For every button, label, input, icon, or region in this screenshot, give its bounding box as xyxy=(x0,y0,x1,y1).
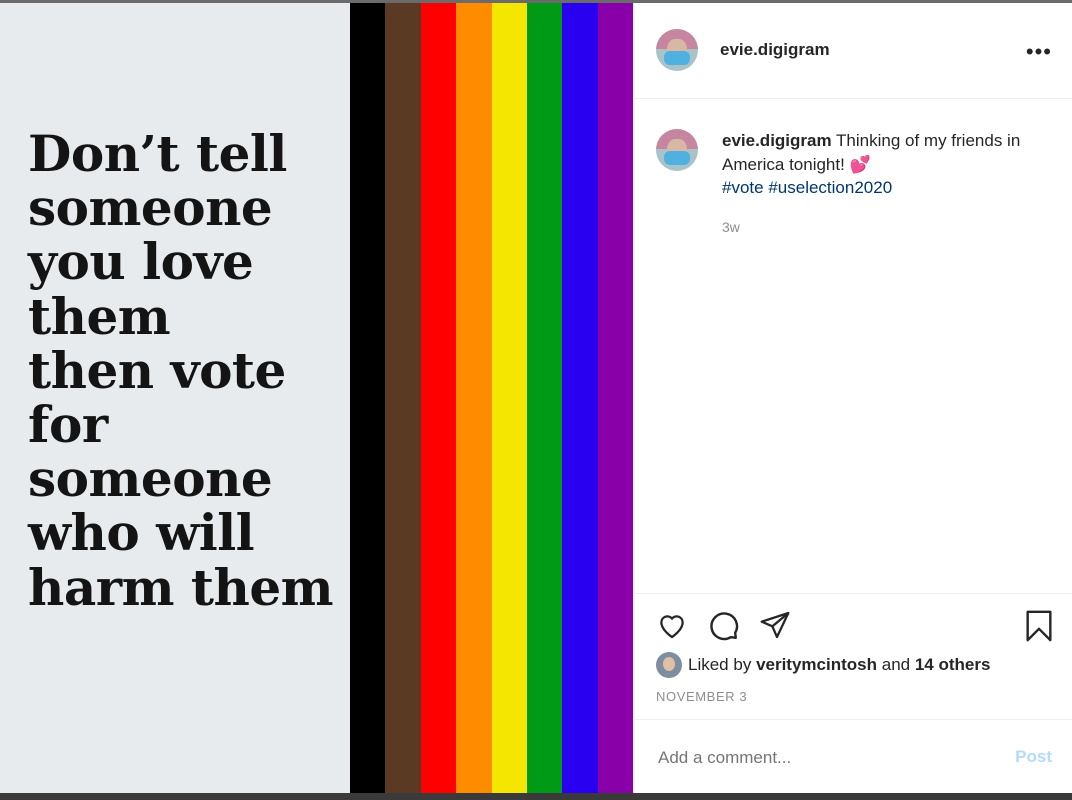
paper-plane-icon[interactable] xyxy=(758,609,792,641)
hashtag-vote[interactable]: #vote xyxy=(722,178,764,197)
post-date: NOVEMBER 3 xyxy=(656,689,748,704)
quote-panel: Don’t tell someone you love them then vo… xyxy=(0,3,350,793)
likes-summary: Liked by veritymcintosh and 14 others xyxy=(656,652,990,678)
liker-avatar[interactable] xyxy=(656,652,682,678)
flag-stripe xyxy=(350,3,386,793)
likes-prefix: Liked by xyxy=(688,655,752,674)
header-username[interactable]: evie.digigram xyxy=(720,40,830,60)
post-header: evie.digigram ••• xyxy=(634,3,1072,99)
post-image[interactable]: Don’t tell someone you love them then vo… xyxy=(0,3,633,793)
more-horizontal-icon[interactable]: ••• xyxy=(1026,39,1052,65)
liker-username[interactable]: veritymcintosh xyxy=(756,655,877,675)
caption-username[interactable]: evie.digigram xyxy=(722,131,832,150)
likes-and: and xyxy=(881,655,911,674)
flag-stripe xyxy=(456,3,492,793)
caption-avatar[interactable] xyxy=(656,129,698,171)
hashtag-uselection2020[interactable]: #uselection2020 xyxy=(768,178,892,197)
heart-icon[interactable] xyxy=(655,609,689,641)
post-time[interactable]: 3w xyxy=(722,219,740,235)
caption-emoji: 💕 xyxy=(849,154,871,174)
likes-others[interactable]: 14 others xyxy=(915,655,991,675)
comment-icon[interactable] xyxy=(706,608,740,642)
quote-text: Don’t tell someone you love them then vo… xyxy=(28,124,334,617)
post-comment-button[interactable]: Post xyxy=(1015,747,1052,767)
bookmark-icon[interactable] xyxy=(1022,609,1056,643)
flag-stripe xyxy=(526,3,563,793)
avatar[interactable] xyxy=(656,29,698,71)
flag-stripe xyxy=(385,3,421,793)
comment-input[interactable] xyxy=(656,747,980,769)
background-strip xyxy=(0,793,1072,800)
flag-stripe xyxy=(491,3,527,793)
flag-stripe xyxy=(562,3,598,793)
comment-box: Post xyxy=(634,719,1072,794)
flag-stripe xyxy=(420,3,457,793)
flag-stripe xyxy=(597,3,633,793)
pride-flag-stripes xyxy=(350,3,633,793)
caption: evie.digigram Thinking of my friends in … xyxy=(722,129,1052,200)
post-footer: Liked by veritymcintosh and 14 others NO… xyxy=(634,593,1072,793)
